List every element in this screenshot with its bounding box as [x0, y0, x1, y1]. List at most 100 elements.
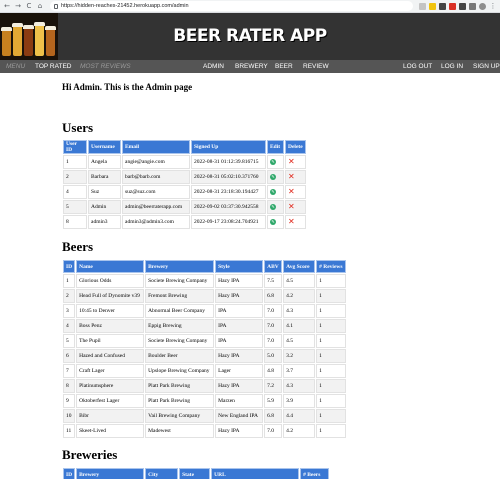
- beer-cell: 4.5: [283, 274, 316, 288]
- beer-cell: Head Full of Dynomite v39: [76, 289, 145, 303]
- beer-row: 7 Craft Lager Upslope Brewing Company Lager…: [63, 364, 347, 378]
- nav-beer[interactable]: BEER: [275, 63, 293, 70]
- delete-cell: ✕: [285, 155, 306, 169]
- forward-icon[interactable]: →: [14, 1, 22, 12]
- beer-row: 10 Bibr Vail Brewing Company New England IP…: [63, 409, 347, 423]
- column-header: State: [179, 468, 211, 479]
- beer-cell: Craft Lager: [76, 364, 145, 378]
- user-cell: admin3: [88, 215, 121, 229]
- edit-icon[interactable]: ✎: [270, 189, 276, 195]
- beer-cell: 6: [63, 349, 76, 363]
- beer-row: 1 Glorious Odds Societe Brewing Company Haz…: [63, 274, 347, 288]
- beers-table-header: ID Name Brewery Style ABV Avg Score # Reviews: [63, 260, 347, 273]
- edit-icon[interactable]: ✎: [270, 174, 276, 180]
- user-row: 4 Suz suz@suz.com 2022-08-31 23:18:30.19442…: [63, 185, 306, 199]
- beer-cell: 1: [316, 409, 347, 423]
- beer-cell: IPA: [215, 334, 264, 348]
- beer-cell: 5.9: [264, 394, 283, 408]
- nav-menu[interactable]: MENU: [6, 63, 25, 70]
- column-header: Username: [88, 140, 121, 154]
- extension-icon[interactable]: [439, 2, 446, 10]
- user-row: 2 Barbara barb@barb.com 2022-08-31 05:02:10…: [63, 170, 306, 184]
- edit-cell: ✎: [267, 215, 284, 229]
- column-header: Brewery: [145, 260, 215, 273]
- nav-top-rated[interactable]: TOP RATED: [35, 63, 71, 70]
- beer-row: 6 Hazed and Confused Boulder Beer Hazy IPA 5…: [63, 349, 347, 363]
- extension-icon[interactable]: [459, 2, 466, 10]
- greeting-heading: Hi Admin. This is the Admin page: [62, 82, 193, 92]
- delete-cell: ✕: [285, 200, 306, 214]
- edit-icon[interactable]: ✎: [270, 159, 276, 165]
- beer-cell: 4.2: [283, 424, 316, 438]
- beer-cell: 4: [63, 319, 76, 333]
- beer-cell: 7.0: [264, 319, 283, 333]
- share-icon[interactable]: [419, 2, 426, 10]
- beer-cell: 7.5: [264, 274, 283, 288]
- user-cell: 2022-09-02 03:37:30.942558: [191, 200, 266, 214]
- address-bar[interactable]: https://hidden-reaches-21452.herokuapp.c…: [50, 1, 413, 11]
- user-cell: 2022-08-31 23:18:30.194427: [191, 185, 266, 199]
- bookmark-star-icon[interactable]: [429, 2, 436, 10]
- user-cell: barb@barb.com: [122, 170, 190, 184]
- url-text[interactable]: https://hidden-reaches-21452.herokuapp.c…: [61, 3, 189, 9]
- beer-cell: New England IPA: [215, 409, 264, 423]
- beer-cell: Abnormal Beer Company: [145, 304, 215, 318]
- nav-admin[interactable]: ADMIN: [203, 63, 224, 70]
- user-row: 5 Admin admin@beerraterapp.com 2022-09-02 0…: [63, 200, 306, 214]
- beer-cell: 1: [316, 274, 347, 288]
- edit-icon[interactable]: ✎: [270, 204, 276, 210]
- beer-cell: Boulder Beer: [145, 349, 215, 363]
- beers-table: ID Name Brewery Style ABV Avg Score # Reviews …: [62, 259, 347, 439]
- user-cell: admin3@admin3.com: [122, 215, 190, 229]
- column-header: ID: [63, 260, 76, 273]
- breweries-heading: Breweries: [62, 447, 118, 462]
- breweries-table: ID Brewery City State URL # Beers: [62, 467, 330, 479]
- column-header: Name: [76, 260, 145, 273]
- user-cell: 1: [63, 155, 87, 169]
- user-cell: 2022-08-31 05:02:10.371760: [191, 170, 266, 184]
- column-header: ABV: [264, 260, 283, 273]
- delete-icon[interactable]: ✕: [288, 157, 295, 166]
- nav-brewery[interactable]: BREWERY: [235, 63, 268, 70]
- delete-icon[interactable]: ✕: [288, 187, 295, 196]
- beer-cell: 7.0: [264, 304, 283, 318]
- column-header: Signed Up: [191, 140, 266, 154]
- nav-most-reviews[interactable]: MOST REVIEWS: [80, 63, 131, 70]
- column-header: Email: [122, 140, 190, 154]
- beer-cell: 3.9: [283, 394, 316, 408]
- user-cell: 2022-09-17 23:08:24.704921: [191, 215, 266, 229]
- adobe-extension-icon[interactable]: [449, 2, 456, 10]
- nav-login[interactable]: LOG IN: [441, 63, 463, 70]
- user-cell: 5: [63, 200, 87, 214]
- column-header: Brewery: [76, 468, 145, 479]
- reload-icon[interactable]: C: [25, 1, 33, 12]
- edit-cell: ✎: [267, 185, 284, 199]
- browser-toolbar: ← → C ⌂ https://hidden-reaches-21452.her…: [0, 0, 500, 13]
- column-header: Edit: [267, 140, 284, 154]
- more-menu-icon[interactable]: ⋮: [489, 1, 497, 12]
- beer-cell: 3: [63, 304, 76, 318]
- beer-cell: Societe Brewing Company: [145, 274, 215, 288]
- admin-content: Hi Admin. This is the Admin page Users U…: [0, 82, 500, 479]
- back-icon[interactable]: ←: [3, 1, 11, 12]
- delete-cell: ✕: [285, 170, 306, 184]
- puzzle-icon[interactable]: [469, 2, 476, 10]
- home-icon[interactable]: ⌂: [36, 1, 44, 12]
- nav-logout[interactable]: LOG OUT: [403, 63, 432, 70]
- delete-icon[interactable]: ✕: [288, 217, 295, 226]
- delete-icon[interactable]: ✕: [288, 202, 295, 211]
- beer-cell: Bibr: [76, 409, 145, 423]
- beers-heading: Beers: [62, 239, 94, 254]
- column-header: ID: [63, 468, 76, 479]
- profile-avatar[interactable]: [479, 2, 486, 10]
- beer-cell: 7.2: [264, 379, 283, 393]
- beer-cell: 1: [316, 289, 347, 303]
- delete-icon[interactable]: ✕: [288, 172, 295, 181]
- beer-row: 5 The Pupil Societe Brewing Company IPA 7.0 4…: [63, 334, 347, 348]
- edit-icon[interactable]: ✎: [270, 219, 276, 225]
- nav-review[interactable]: REVIEW: [303, 63, 329, 70]
- user-cell: admin@beerraterapp.com: [122, 200, 190, 214]
- beer-cell: 1: [316, 319, 347, 333]
- nav-signup[interactable]: SIGN UP: [473, 63, 500, 70]
- user-cell: Suz: [88, 185, 121, 199]
